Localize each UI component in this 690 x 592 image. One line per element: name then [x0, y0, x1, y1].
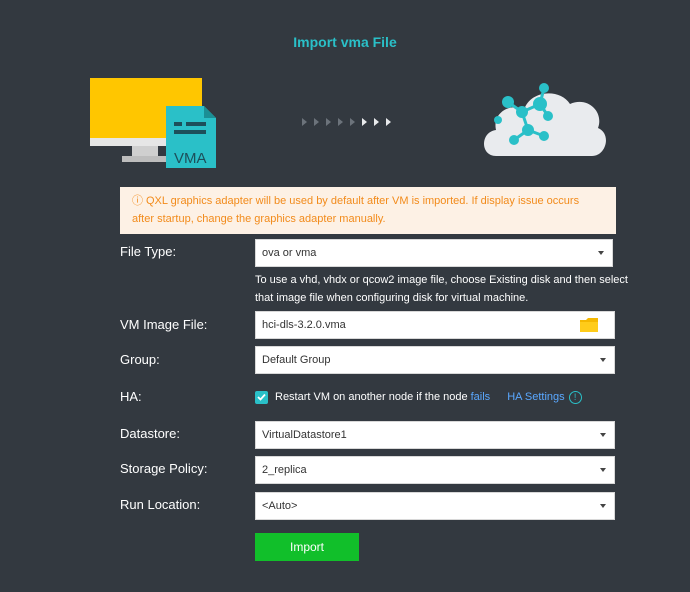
file-type-value: ova or vma	[262, 247, 317, 259]
ha-restart-checkbox[interactable]	[255, 390, 268, 404]
file-type-label: File Type:	[120, 244, 177, 259]
file-type-select[interactable]: ova or vma	[255, 239, 613, 267]
checkmark-icon	[257, 393, 266, 401]
info-icon: ⓘ	[132, 195, 143, 207]
storage-policy-select[interactable]: 2_replica	[255, 456, 615, 484]
group-select[interactable]: Default Group	[255, 346, 615, 374]
storage-policy-value: 2_replica	[262, 464, 307, 476]
dialog-title: Import vma File	[293, 34, 397, 50]
chevron-down-icon	[600, 504, 606, 508]
group-label: Group:	[120, 352, 160, 367]
import-button[interactable]: Import	[255, 533, 359, 561]
ha-fails-link[interactable]: fails	[471, 391, 491, 403]
chevron-down-icon	[600, 468, 606, 472]
datastore-value: VirtualDatastore1	[262, 429, 347, 441]
vm-image-file-label: VM Image File:	[120, 317, 208, 332]
datastore-select[interactable]: VirtualDatastore1	[255, 421, 615, 449]
run-location-select[interactable]: <Auto>	[255, 492, 615, 520]
vm-image-file-input[interactable]: hci-dls-3.2.0.vma	[255, 311, 615, 339]
folder-icon[interactable]	[580, 318, 598, 332]
ha-label: HA:	[120, 389, 142, 404]
storage-policy-label: Storage Policy:	[120, 461, 208, 476]
ha-restart-text: Restart VM on another node if the node	[275, 391, 468, 403]
datastore-label: Datastore:	[120, 426, 180, 441]
chevron-down-icon	[598, 251, 604, 255]
monitor-vma-illustration: VMA	[90, 78, 216, 168]
help-icon[interactable]: !	[568, 390, 582, 404]
run-location-value: <Auto>	[262, 500, 298, 512]
notice-text: QXL graphics adapter will be used by def…	[132, 195, 580, 225]
chevron-down-icon	[600, 358, 606, 362]
ha-settings-link[interactable]: HA Settings	[507, 391, 564, 403]
group-value: Default Group	[262, 354, 331, 366]
chevron-down-icon	[600, 433, 606, 437]
file-type-hint: To use a vhd, vhdx or qcow2 image file, …	[255, 274, 628, 304]
transfer-arrows	[302, 115, 412, 129]
ha-option-row: Restart VM on another node if the node f…	[255, 388, 582, 406]
cloud-network-illustration	[484, 83, 606, 156]
vma-badge-text: VMA	[174, 150, 207, 167]
graphics-adapter-notice: ⓘ QXL graphics adapter will be used by de…	[120, 187, 616, 234]
vm-image-file-value: hci-dls-3.2.0.vma	[262, 319, 346, 331]
run-location-label: Run Location:	[120, 497, 201, 512]
